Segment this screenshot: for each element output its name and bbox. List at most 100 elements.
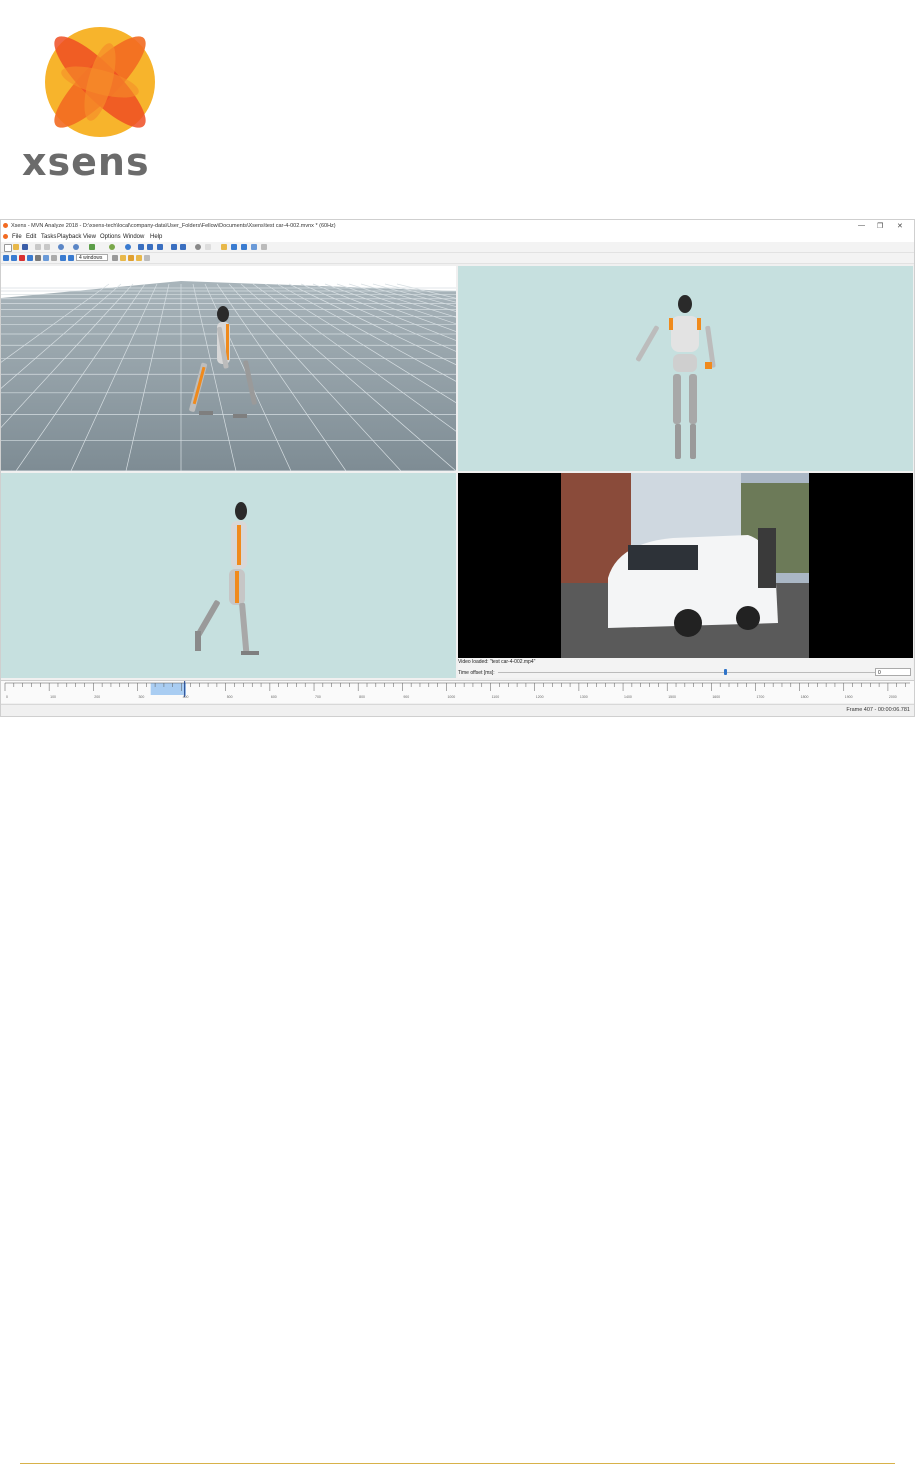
menu-edit[interactable]: Edit bbox=[26, 234, 36, 240]
timeline-tick-label: 1200 bbox=[536, 695, 544, 699]
viewport-side[interactable] bbox=[1, 473, 456, 678]
new-file-icon[interactable] bbox=[4, 244, 12, 252]
redo-icon[interactable] bbox=[73, 244, 79, 250]
filter-icon[interactable] bbox=[60, 255, 66, 261]
frame-status: Frame 407 - 00:00:06.781 bbox=[846, 707, 910, 713]
window-title: Xsens - MVN Analyze 2018 - D:\xsens-tech… bbox=[11, 223, 336, 229]
menu-playback[interactable]: Playback bbox=[57, 234, 81, 240]
warning-icon[interactable] bbox=[19, 255, 25, 261]
menu-file[interactable]: File bbox=[12, 234, 22, 240]
timeline-tick-label: 1800 bbox=[801, 695, 809, 699]
tag-icon[interactable] bbox=[128, 255, 134, 261]
timeline-tick-label: 400 bbox=[183, 695, 189, 699]
timeline-tick-label: 100 bbox=[50, 695, 56, 699]
menu-tasks[interactable]: Tasks bbox=[41, 234, 56, 240]
time-offset-slider[interactable] bbox=[498, 672, 908, 673]
settings-icon[interactable] bbox=[144, 255, 150, 261]
time-offset-slider-handle[interactable] bbox=[723, 669, 727, 675]
timeline-selection[interactable] bbox=[150, 683, 186, 695]
minimize-icon[interactable]: — bbox=[858, 222, 865, 229]
menu-view[interactable]: View bbox=[83, 234, 96, 240]
floor-icon[interactable] bbox=[51, 255, 57, 261]
open-folder-icon[interactable] bbox=[13, 244, 19, 250]
close-icon[interactable]: ✕ bbox=[897, 222, 903, 230]
timeline-tick-label: 1900 bbox=[845, 695, 853, 699]
timeline-tick-label: 900 bbox=[403, 695, 409, 699]
timeline-tick-label: 1500 bbox=[668, 695, 676, 699]
timeline-tick-label: 300 bbox=[138, 695, 144, 699]
folder-icon[interactable] bbox=[136, 255, 142, 261]
layout-icon[interactable] bbox=[261, 244, 267, 250]
previous-frame-icon[interactable] bbox=[147, 244, 153, 250]
view-toolbar: 4 windows bbox=[1, 253, 914, 264]
timeline-tick-label: 2000 bbox=[889, 695, 897, 699]
timeline-tick-label: 0 bbox=[6, 695, 8, 699]
app-icon bbox=[3, 223, 8, 228]
logo-wordmark: xsens bbox=[22, 140, 150, 184]
timeline-tick-label: 200 bbox=[94, 695, 100, 699]
menu-window[interactable]: Window bbox=[123, 234, 144, 240]
menu-options[interactable]: Options bbox=[100, 234, 121, 240]
windows-layout-select[interactable]: 4 windows bbox=[76, 254, 108, 261]
timeline[interactable]: 0 100 200 300 400 500 600 700 800 900 1000 1100 1200… bbox=[1, 680, 914, 703]
skeleton-icon[interactable] bbox=[43, 255, 49, 261]
last-frame-icon[interactable] bbox=[180, 244, 186, 250]
timeline-tick-label: 1400 bbox=[624, 695, 632, 699]
time-offset-label: Time offset [ms]: bbox=[458, 670, 495, 676]
import-icon[interactable] bbox=[231, 244, 237, 250]
timeline-tick-label: 1700 bbox=[756, 695, 764, 699]
title-bar: Xsens - MVN Analyze 2018 - D:\xsens-tech… bbox=[1, 220, 914, 233]
perspective-scene bbox=[1, 281, 456, 471]
timeline-tick-label: 500 bbox=[227, 695, 233, 699]
video-loaded-label: Video loaded: "test car-4-002.mp4" bbox=[458, 659, 536, 665]
chart-icon[interactable] bbox=[251, 244, 257, 250]
process-icon[interactable] bbox=[89, 244, 95, 250]
paste-icon[interactable] bbox=[44, 244, 50, 250]
note-icon[interactable] bbox=[120, 255, 126, 261]
avatar-side-icon bbox=[195, 502, 259, 655]
single-view-icon[interactable] bbox=[11, 255, 17, 261]
timeline-tick-label: 600 bbox=[271, 695, 277, 699]
restore-icon[interactable]: ❐ bbox=[877, 222, 883, 230]
marker-icon[interactable] bbox=[205, 244, 211, 250]
timeline-tick-label: 700 bbox=[315, 695, 321, 699]
avatar-front-icon bbox=[636, 295, 716, 459]
timeline-tick-label: 800 bbox=[359, 695, 365, 699]
pencil-icon[interactable] bbox=[112, 255, 118, 261]
menu-help[interactable]: Help bbox=[150, 234, 162, 240]
grid-view-icon[interactable] bbox=[3, 255, 9, 261]
time-offset-input[interactable]: 0 bbox=[875, 668, 911, 676]
camera-icon[interactable] bbox=[27, 255, 33, 261]
timeline-tick-label: 1300 bbox=[580, 695, 588, 699]
video-info-panel: Video loaded: "test car-4-002.mp4" Time … bbox=[458, 658, 913, 678]
avatar-icon[interactable] bbox=[35, 255, 41, 261]
export-icon[interactable] bbox=[221, 244, 227, 250]
video-frame bbox=[561, 473, 809, 658]
refresh-icon[interactable] bbox=[125, 244, 131, 250]
copy-icon[interactable] bbox=[35, 244, 41, 250]
timeline-tick-label: 1100 bbox=[492, 695, 500, 699]
first-frame-icon[interactable] bbox=[138, 244, 144, 250]
front-scene bbox=[636, 295, 716, 459]
viewport-front[interactable] bbox=[458, 266, 913, 471]
main-toolbar bbox=[1, 242, 914, 253]
reprocess-icon[interactable] bbox=[109, 244, 115, 250]
windows-layout-icon[interactable] bbox=[68, 255, 74, 261]
mvn-analyze-window: Xsens - MVN Analyze 2018 - D:\xsens-tech… bbox=[0, 219, 915, 717]
undo-icon[interactable] bbox=[58, 244, 64, 250]
viewport-perspective[interactable] bbox=[1, 266, 456, 471]
menu-app-icon bbox=[3, 234, 8, 239]
footer-divider bbox=[20, 1463, 895, 1464]
play-icon[interactable] bbox=[157, 244, 163, 250]
record-icon[interactable] bbox=[195, 244, 201, 250]
save-icon[interactable] bbox=[22, 244, 28, 250]
timeline-tick-label: 1000 bbox=[447, 695, 455, 699]
menu-bar: File Edit Tasks Playback View Options Wi… bbox=[1, 233, 914, 242]
timeline-tick-label: 1600 bbox=[712, 695, 720, 699]
edit-icon[interactable] bbox=[241, 244, 247, 250]
next-frame-icon[interactable] bbox=[171, 244, 177, 250]
viewport-video[interactable] bbox=[458, 473, 913, 658]
side-scene bbox=[195, 502, 259, 655]
timeline-ruler: 0 100 200 300 400 500 600 700 800 900 1000 1100 1200… bbox=[4, 681, 910, 699]
status-bar: Frame 407 - 00:00:06.781 bbox=[1, 704, 914, 716]
